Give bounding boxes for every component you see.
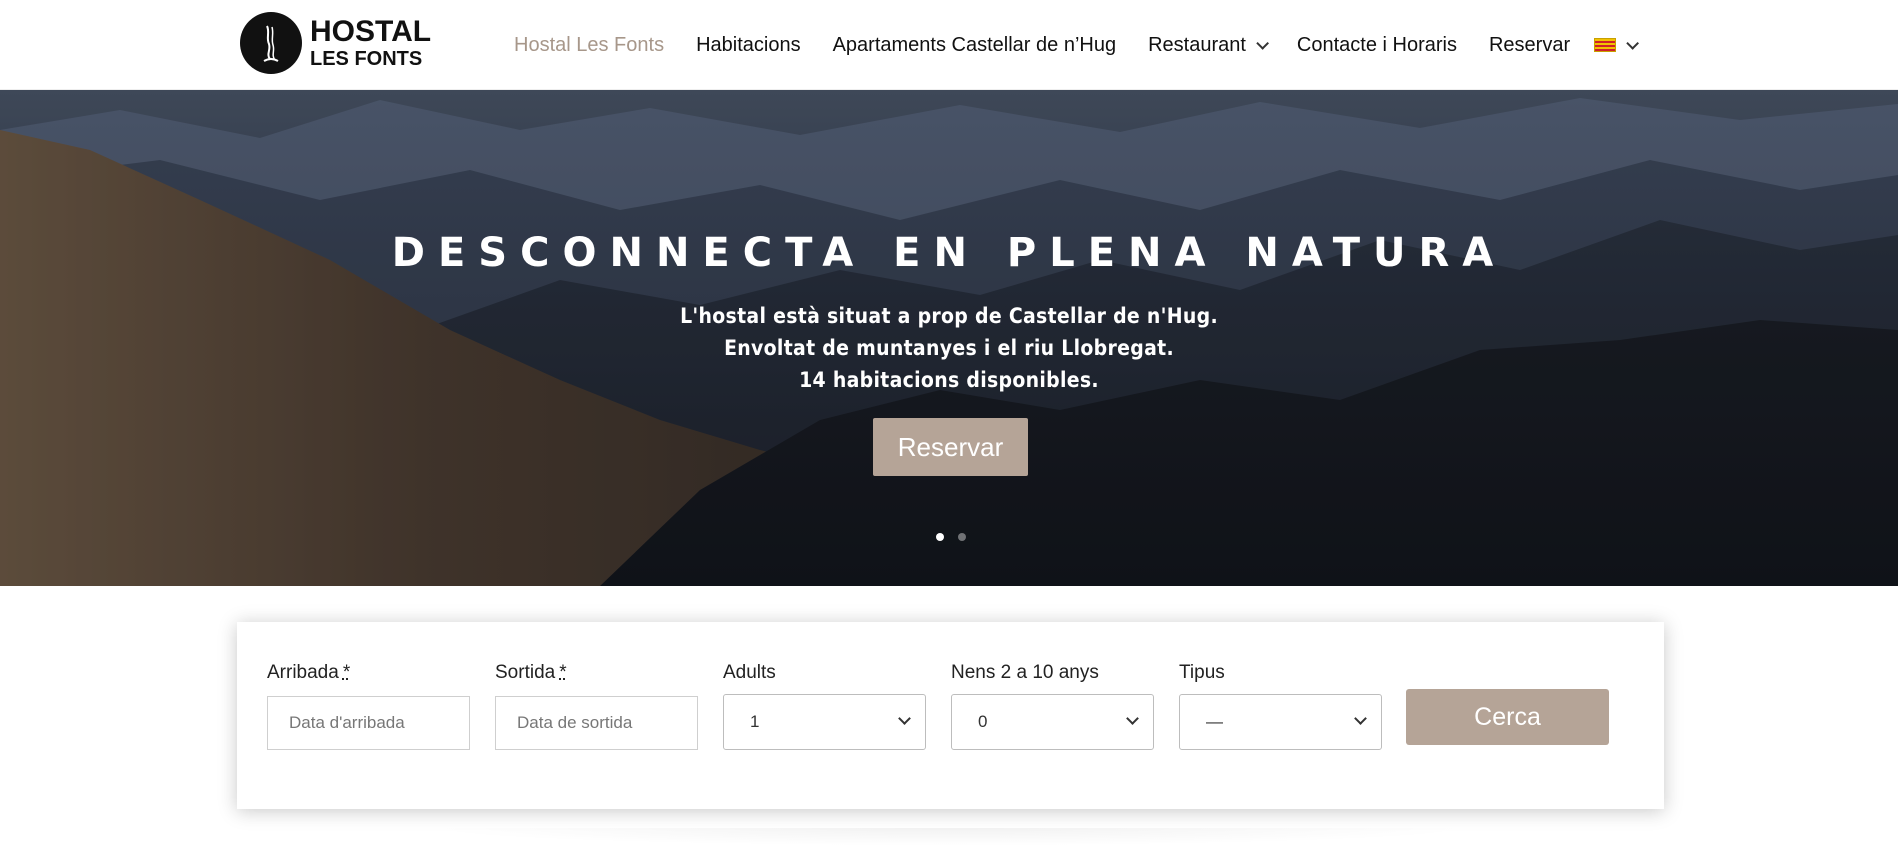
chevron-down-icon bbox=[1256, 36, 1269, 50]
nav-item-reservar[interactable]: Reservar bbox=[1489, 34, 1570, 57]
chevron-down-icon bbox=[1126, 712, 1139, 725]
arrival-field-group: Arribada * Data d'arribada bbox=[267, 662, 470, 750]
adults-label: Adults bbox=[723, 662, 776, 683]
nav-item-habitacions[interactable]: Habitacions bbox=[696, 34, 801, 57]
logo-line-1: HOSTAL bbox=[310, 15, 432, 48]
divider bbox=[420, 828, 1480, 846]
departure-field-group: Sortida * Data de sortida bbox=[495, 662, 698, 750]
chevron-down-icon bbox=[1354, 712, 1367, 725]
language-selector[interactable] bbox=[1594, 36, 1640, 52]
main-nav: Hostal Les Fonts Habitacions Apartaments… bbox=[514, 31, 1667, 59]
adults-select[interactable]: 1 bbox=[723, 694, 926, 750]
slider-pagination bbox=[936, 533, 980, 541]
hero-line: L'hostal està situat a prop de Castellar… bbox=[680, 304, 1218, 328]
kids-label: Nens 2 a 10 anys bbox=[951, 662, 1099, 683]
kids-select[interactable]: 0 bbox=[951, 694, 1154, 750]
site-header: HOSTAL LES FONTS Hostal Les Fonts Habita… bbox=[0, 0, 1898, 90]
nav-item-apartaments[interactable]: Apartaments Castellar de n’Hug bbox=[833, 34, 1116, 57]
type-field-group: Tipus — bbox=[1179, 662, 1382, 750]
nav-item-hostal-les-fonts[interactable]: Hostal Les Fonts bbox=[514, 34, 664, 57]
hero-title: DESCONNECTA EN PLENA NATURA bbox=[391, 230, 1507, 276]
logo-line-2: LES FONTS bbox=[310, 48, 423, 70]
slide-dot-2[interactable] bbox=[958, 533, 966, 541]
arrival-date-input[interactable]: Data d'arribada bbox=[267, 696, 470, 750]
hero-line: Envoltat de muntanyes i el riu Llobregat… bbox=[724, 336, 1174, 360]
catalan-flag-icon bbox=[1594, 38, 1617, 52]
departure-label: Sortida * bbox=[495, 662, 567, 683]
type-select[interactable]: — bbox=[1179, 694, 1382, 750]
nav-item-contacte[interactable]: Contacte i Horaris bbox=[1297, 34, 1457, 57]
hero-slider: DESCONNECTA EN PLENA NATURA L'hostal est… bbox=[0, 90, 1898, 586]
waterfall-logo-icon bbox=[240, 12, 302, 74]
search-button[interactable]: Cerca bbox=[1406, 689, 1609, 745]
arrival-label: Arribada * bbox=[267, 662, 351, 683]
hero-description: L'hostal està situat a prop de Castellar… bbox=[0, 300, 1898, 396]
hero-line: 14 habitacions disponibles. bbox=[799, 368, 1099, 392]
site-logo[interactable]: HOSTAL LES FONTS bbox=[240, 12, 431, 74]
departure-date-input[interactable]: Data de sortida bbox=[495, 696, 698, 750]
adults-field-group: Adults 1 bbox=[723, 662, 926, 750]
type-label: Tipus bbox=[1179, 662, 1225, 683]
chevron-down-icon bbox=[898, 712, 911, 725]
booking-form: Arribada * Data d'arribada Sortida * Data … bbox=[237, 622, 1664, 809]
hero-reservar-button[interactable]: Reservar bbox=[873, 418, 1028, 476]
nav-item-restaurant[interactable]: Restaurant bbox=[1148, 34, 1269, 57]
chevron-down-icon bbox=[1626, 36, 1640, 50]
kids-field-group: Nens 2 a 10 anys 0 bbox=[951, 662, 1154, 750]
slide-dot-1[interactable] bbox=[936, 533, 944, 541]
